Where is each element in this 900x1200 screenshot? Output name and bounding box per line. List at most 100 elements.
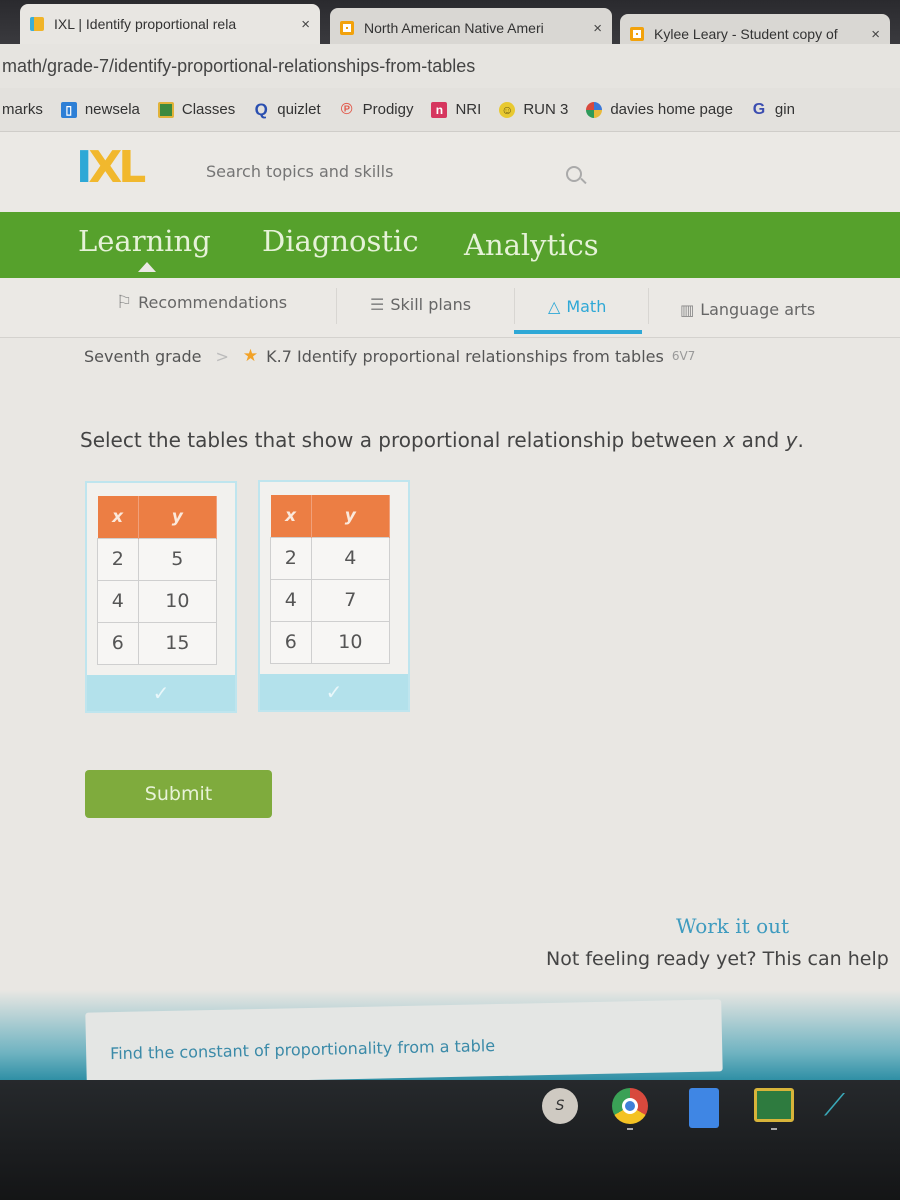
variable-y: y (785, 428, 798, 452)
cell-y: 5 (137, 537, 218, 581)
question-prompt: Select the tables that show a proportion… (80, 428, 804, 452)
select-toggle[interactable]: ✓ (260, 674, 408, 710)
nav-learning[interactable]: Learning (78, 224, 211, 258)
skill-code: 6V7 (671, 349, 696, 363)
submit-button[interactable]: Submit (85, 770, 272, 818)
question-text: Select the tables that show a proportion… (80, 428, 724, 452)
search-icon[interactable] (566, 166, 582, 182)
tab-divider (514, 288, 515, 324)
ixl-header: IXL (0, 132, 900, 212)
sites-icon (586, 101, 603, 118)
tab-language-arts[interactable]: ▥ Language arts (680, 300, 815, 319)
related-skill-text: Find the constant of proportionality fro… (109, 1036, 496, 1064)
xy-table: x y 2 5 4 10 6 15 (97, 496, 218, 665)
table-row: 6 15 (97, 621, 218, 665)
bookmark-quizlet[interactable]: Q quizlet (253, 100, 321, 119)
related-skill-link[interactable]: Find the constant of proportionality fro… (85, 999, 723, 1085)
tab-label: Skill plans (390, 295, 472, 314)
bookmark-label: Prodigy (362, 101, 414, 118)
select-toggle[interactable]: ✓ (87, 675, 235, 711)
prodigy-icon: ℗ (340, 100, 353, 118)
tab-recommendations[interactable]: ⚐ Recommendations (116, 292, 287, 313)
bookmark-run3[interactable]: ☺ RUN 3 (499, 101, 568, 118)
cell-y: 4 (310, 536, 391, 580)
tab-math[interactable]: △ Math (548, 297, 606, 316)
browser-tab-ixl[interactable]: IXL | Identify proportional rela × (20, 4, 320, 44)
slides-favicon-icon (340, 21, 354, 35)
recommendations-icon: ⚐ (116, 292, 133, 313)
variable-x: x (723, 428, 736, 452)
bookmark-davies-home-page[interactable]: davies home page (586, 101, 733, 118)
tab-label: Recommendations (138, 293, 288, 312)
bookmark-label: marks (2, 101, 43, 118)
table-row: 4 10 (97, 579, 218, 623)
tab-divider (648, 288, 649, 324)
search-input[interactable] (206, 154, 586, 188)
table-row: 2 4 (270, 536, 391, 580)
header-y: y (311, 495, 391, 537)
user-avatar-icon[interactable]: S (542, 1088, 578, 1124)
logo-i: I (76, 142, 93, 193)
work-it-out-subtitle: Not feeling ready yet? This can help (546, 948, 889, 970)
tab-divider (336, 288, 337, 324)
checkmark-icon: ✓ (325, 680, 343, 704)
cell-x: 2 (97, 537, 139, 581)
tab-skill-plans[interactable]: ☰ Skill plans (370, 295, 471, 314)
breadcrumb: Seventh grade > ★ K.7 Identify proportio… (84, 346, 695, 366)
checkmark-icon: ✓ (152, 681, 170, 705)
bookmarks-bar: marks ▯ newsela Classes Q quizlet ℗ Prod… (0, 88, 900, 132)
work-it-out-title: Work it out (676, 914, 790, 938)
header-x: x (97, 496, 139, 538)
bookmark-bookmarks-label[interactable]: marks (2, 101, 43, 118)
table-row: 2 5 (97, 537, 218, 581)
skill-plans-icon: ☰ (370, 295, 385, 314)
chrome-icon[interactable] (612, 1088, 648, 1124)
close-icon[interactable]: × (301, 16, 310, 33)
subject-tabs: ⚐ Recommendations ☰ Skill plans △ Math ▥… (0, 278, 900, 338)
slides-favicon-icon (630, 27, 644, 41)
bookmark-newsela[interactable]: ▯ newsela (60, 101, 140, 118)
active-nav-caret (138, 262, 156, 272)
nri-icon: n (431, 101, 448, 118)
tab-label: Language arts (700, 300, 816, 319)
ixl-favicon-icon (30, 17, 44, 31)
close-icon[interactable]: × (593, 20, 602, 37)
cell-y: 7 (310, 578, 391, 622)
ixl-logo[interactable]: IXL (76, 142, 146, 193)
bookmark-label: RUN 3 (523, 101, 569, 118)
tab-title: IXL | Identify proportional rela (54, 16, 237, 32)
running-indicator (771, 1128, 777, 1130)
cell-x: 4 (97, 579, 139, 623)
bookmark-nri[interactable]: n NRI (431, 101, 481, 118)
table-choice-2[interactable]: x y 2 4 4 7 6 10 ✓ (258, 480, 410, 712)
cell-x: 6 (97, 621, 139, 665)
nav-analytics[interactable]: Analytics (464, 228, 599, 262)
table-choice-1[interactable]: x y 2 5 4 10 6 15 ✓ (85, 481, 237, 713)
google-icon: G (752, 100, 766, 118)
bookmark-prodigy[interactable]: ℗ Prodigy (339, 100, 414, 119)
browser-tab-north-american[interactable]: North American Native Ameri × (330, 8, 612, 48)
main-nav: Learning Diagnostic Analytics (0, 212, 900, 278)
butterfly-app-icon[interactable]: ⟋ (824, 1088, 864, 1124)
tab-label: Math (566, 297, 607, 316)
google-classroom-icon[interactable] (754, 1088, 794, 1122)
table-row: 6 10 (270, 620, 391, 664)
cell-x: 4 (270, 578, 312, 622)
math-pyramid-icon: △ (548, 297, 561, 316)
google-docs-icon[interactable] (689, 1088, 719, 1128)
close-icon[interactable]: × (871, 26, 880, 43)
url-text[interactable]: math/grade-7/identify-proportional-relat… (2, 56, 475, 77)
cell-x: 6 (270, 620, 312, 664)
cell-y: 15 (137, 621, 218, 665)
address-bar[interactable]: math/grade-7/identify-proportional-relat… (0, 44, 900, 88)
nav-diagnostic[interactable]: Diagnostic (262, 224, 419, 258)
xy-table: x y 2 4 4 7 6 10 (270, 495, 391, 664)
bookmark-classes[interactable]: Classes (157, 101, 236, 118)
breadcrumb-grade[interactable]: Seventh grade (84, 347, 202, 366)
bookmark-label: NRI (455, 101, 482, 118)
bookmark-label: Classes (181, 101, 236, 118)
newsela-icon: ▯ (60, 101, 77, 118)
smiley-icon: ☺ (499, 101, 516, 118)
cell-y: 10 (137, 579, 218, 623)
bookmark-google[interactable]: G gin (751, 100, 795, 119)
